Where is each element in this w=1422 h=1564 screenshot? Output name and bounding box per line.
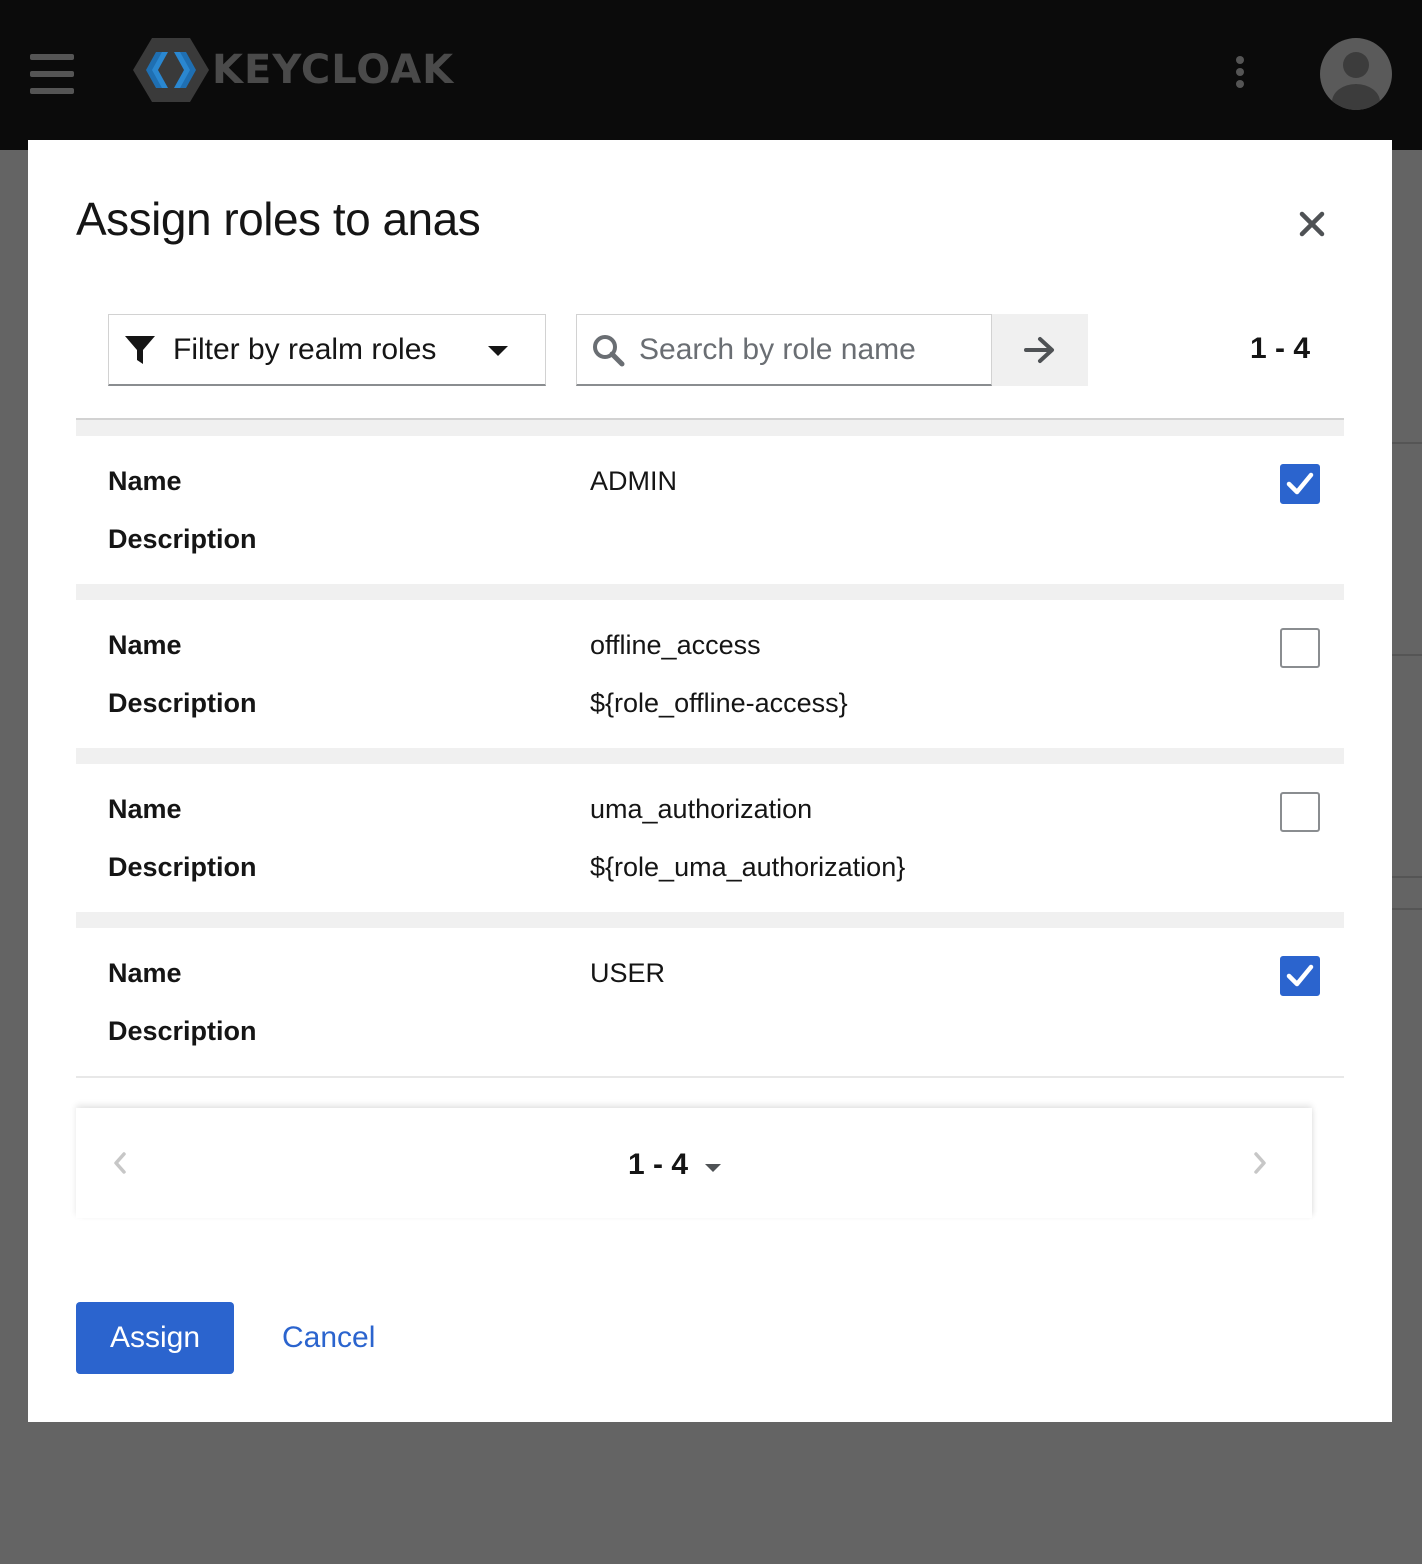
description-label: Description <box>108 1016 257 1046</box>
role-description: ${role_uma_authorization} <box>590 852 906 882</box>
kebab-icon[interactable] <box>1232 56 1248 92</box>
filter-icon <box>125 335 155 364</box>
name-label: Name <box>108 466 182 496</box>
pagination-range-top[interactable]: 1 - 4 <box>1250 332 1310 366</box>
description-label: Description <box>108 688 257 718</box>
role-checkbox[interactable] <box>1280 792 1320 832</box>
check-icon <box>1286 472 1314 495</box>
chevron-right-icon[interactable] <box>1252 1150 1268 1181</box>
roles-list: Name ADMIN Description Name offline_acce… <box>76 418 1344 1078</box>
arrow-right-icon <box>1024 337 1054 363</box>
name-label: Name <box>108 794 182 824</box>
description-label: Description <box>108 524 257 554</box>
close-icon[interactable] <box>1294 206 1330 242</box>
pagination-range[interactable]: 1 - 4 <box>628 1148 688 1182</box>
background-divider <box>1392 442 1422 444</box>
filter-roles-dropdown[interactable]: Filter by realm roles <box>108 314 546 386</box>
role-name: USER <box>590 958 666 988</box>
filter-label: Filter by realm roles <box>173 332 437 366</box>
role-name: ADMIN <box>590 466 677 496</box>
chevron-left-icon[interactable] <box>112 1150 128 1181</box>
assign-button[interactable]: Assign <box>76 1302 234 1374</box>
role-checkbox[interactable] <box>1280 628 1320 668</box>
row-separator <box>76 912 1344 928</box>
user-avatar-icon[interactable] <box>1320 38 1392 110</box>
row-separator <box>76 420 1344 436</box>
search-icon <box>593 334 625 366</box>
role-checkbox[interactable] <box>1280 464 1320 504</box>
modal-title: Assign roles to anas <box>76 193 481 245</box>
masthead: KEYCLOAK <box>0 0 1422 150</box>
cancel-button[interactable]: Cancel <box>272 1302 385 1374</box>
check-icon <box>1286 964 1314 987</box>
background-divider <box>1392 876 1422 878</box>
role-row: Name ADMIN Description <box>76 436 1344 584</box>
divider <box>76 1076 1344 1078</box>
role-row: Name uma_authorization Description ${rol… <box>76 764 1344 912</box>
keycloak-logo-icon <box>133 38 209 102</box>
search-field[interactable] <box>576 314 992 386</box>
brand-text: KEYCLOAK <box>212 47 455 93</box>
name-label: Name <box>108 630 182 660</box>
role-name: uma_authorization <box>590 794 813 824</box>
search-group <box>576 314 1088 386</box>
background-divider <box>1392 908 1422 910</box>
role-description: ${role_offline-access} <box>590 688 848 718</box>
row-separator <box>76 584 1344 600</box>
caret-down-icon[interactable] <box>704 1160 722 1178</box>
row-separator <box>76 748 1344 764</box>
description-label: Description <box>108 852 257 882</box>
role-row: Name USER Description <box>76 928 1344 1076</box>
background-divider <box>1392 654 1422 656</box>
name-label: Name <box>108 958 182 988</box>
caret-down-icon <box>488 346 508 356</box>
pagination-bar: 1 - 4 <box>76 1108 1312 1218</box>
role-name: offline_access <box>590 630 761 660</box>
role-checkbox[interactable] <box>1280 956 1320 996</box>
assign-roles-modal: Assign roles to anas Filter by realm rol… <box>28 140 1392 1422</box>
hamburger-menu-icon[interactable] <box>30 54 74 94</box>
role-row: Name offline_access Description ${role_o… <box>76 600 1344 748</box>
search-submit-button[interactable] <box>992 314 1088 386</box>
search-input[interactable] <box>639 332 979 367</box>
brand-logo[interactable]: KEYCLOAK <box>132 36 454 104</box>
